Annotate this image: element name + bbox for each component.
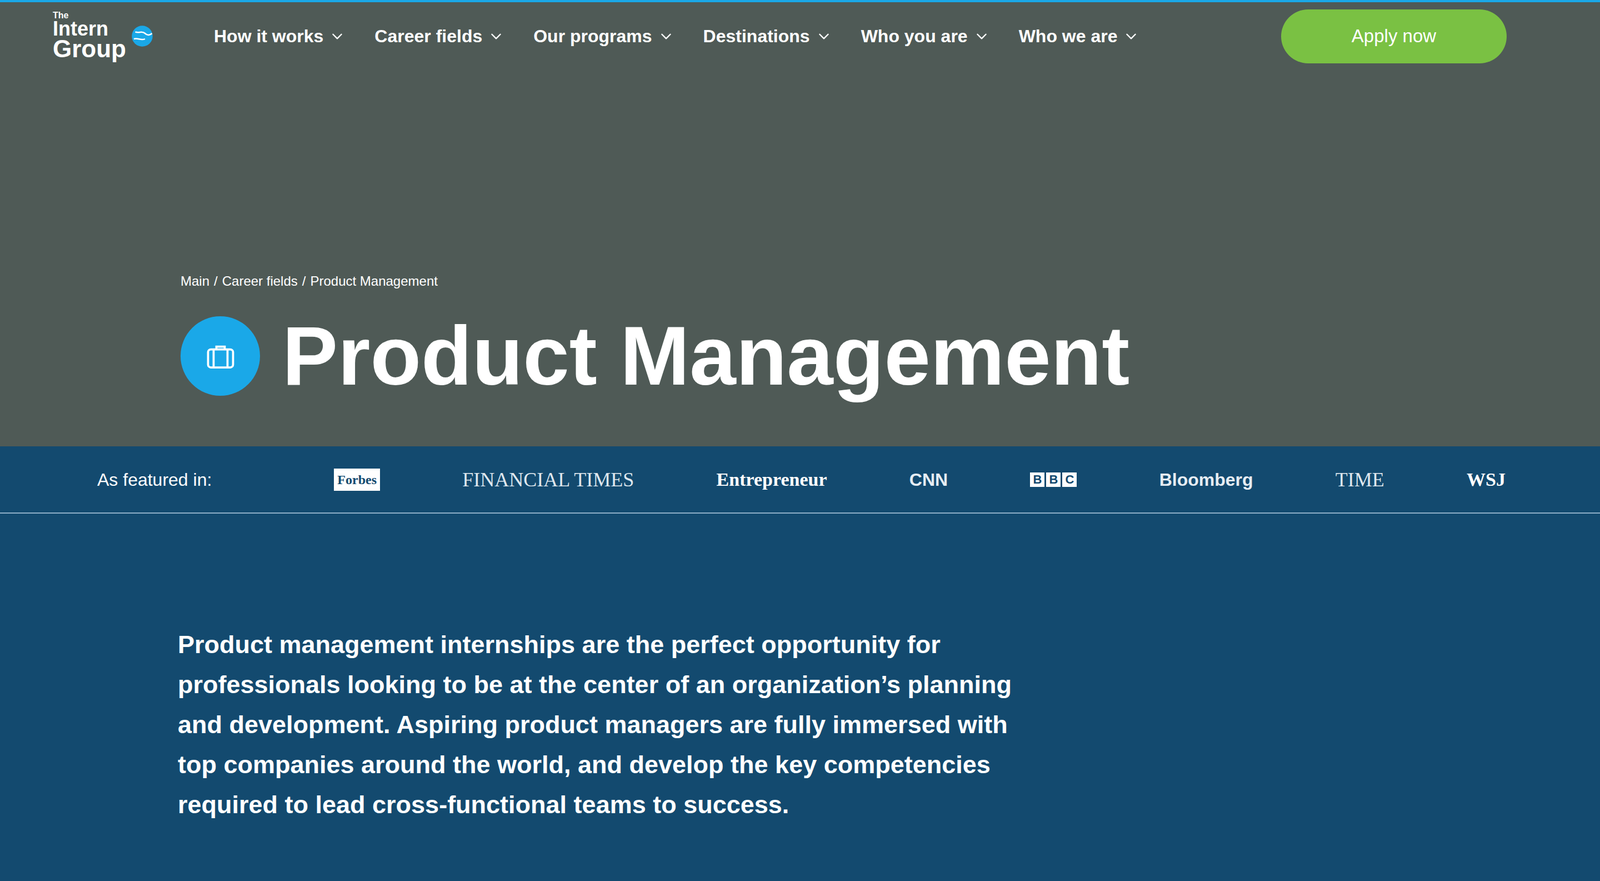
outlet-logo: WSJ xyxy=(1466,465,1506,494)
hero: TheInternGroup How it works Career fields O… xyxy=(0,0,1600,447)
nav-item[interactable]: How it works xyxy=(213,22,345,50)
nav-item[interactable]: Our programs xyxy=(533,22,673,50)
apply-button[interactable]: Apply now xyxy=(1281,9,1507,64)
outlet-logo: CNN xyxy=(909,466,948,493)
breadcrumb-item[interactable]: Main xyxy=(180,271,210,292)
intro: Product management internships are the p… xyxy=(0,513,1600,847)
chevron-down-icon xyxy=(816,28,832,44)
briefcase-badge xyxy=(180,316,260,396)
nav-item[interactable]: Who we are xyxy=(1018,22,1139,50)
breadcrumb: Main/Career fields/Product Management xyxy=(180,271,1600,292)
chevron-down-icon xyxy=(658,28,674,44)
page: TheInternGroup How it works Career fields O… xyxy=(0,0,1600,881)
breadcrumb-item[interactable]: Product Management xyxy=(310,271,438,292)
outlet-logo: Entrepreneur xyxy=(716,465,828,494)
main-nav: How it works Career fields Our programs Des… xyxy=(213,22,1139,50)
chevron-down-icon xyxy=(488,28,504,44)
page-title: Product Management xyxy=(282,310,1130,402)
logo[interactable]: TheInternGroup xyxy=(52,11,157,62)
featured-bar: As featured in: Forbes FINANCIAL TIMES Entr… xyxy=(0,446,1600,514)
globe-icon xyxy=(128,22,157,50)
chevron-down-icon xyxy=(1123,28,1139,44)
nav-item[interactable]: Destinations xyxy=(703,22,832,50)
chevron-down-icon xyxy=(974,28,989,44)
intro-text: Product management internships are the p… xyxy=(177,624,1045,825)
outlet-logo: FINANCIAL TIMES xyxy=(462,464,634,495)
outlet-logo: TIME xyxy=(1335,464,1385,495)
chevron-down-icon xyxy=(330,28,345,44)
navbar: TheInternGroup How it works Career fields O… xyxy=(0,2,1600,65)
outlet-logo: Forbes xyxy=(333,468,380,491)
outlet-logo: BBC xyxy=(1030,472,1077,487)
breadcrumb-item[interactable]: Career fields xyxy=(222,271,298,292)
briefcase-icon xyxy=(203,339,238,373)
nav-item[interactable]: Career fields xyxy=(374,22,504,50)
outlet-logo: Bloomberg xyxy=(1159,466,1254,493)
nav-item[interactable]: Who you are xyxy=(861,22,989,50)
featured-label: As featured in: xyxy=(97,466,212,493)
